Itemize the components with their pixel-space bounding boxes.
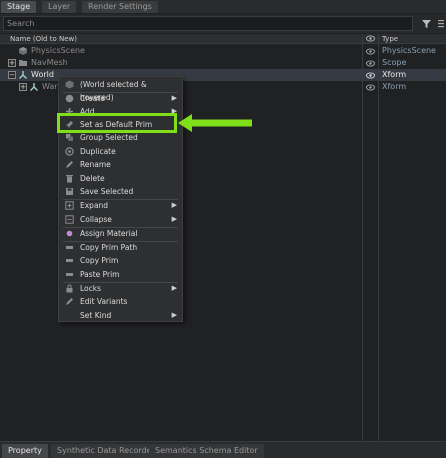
submenu-arrow-icon: ▶ (171, 311, 177, 319)
variants-icon (65, 297, 74, 306)
menu-item-label: Delete (80, 174, 105, 183)
material-icon (65, 229, 74, 238)
annotation-highlight-box (57, 113, 177, 133)
menu-item-label: Create (80, 94, 105, 103)
options-icon[interactable] (437, 17, 446, 30)
menu-item-duplicate[interactable]: Duplicate (59, 145, 182, 158)
row-label: NavMesh (31, 58, 68, 67)
menu-item-label: Set Kind (80, 311, 112, 320)
menu-item-label: Rename (80, 160, 111, 169)
menu-item-rename[interactable]: Rename (59, 158, 182, 171)
menu-item-create[interactable]: Create ▶ (59, 92, 182, 105)
menu-item-label: Expand (80, 201, 109, 210)
stage-toolbar: Search (0, 14, 446, 33)
visibility-eye-icon[interactable] (366, 83, 375, 95)
row-type: Xform (382, 70, 407, 79)
xform-icon (29, 82, 39, 92)
column-name-header[interactable]: Name (Old to New) (10, 34, 77, 44)
bottom-tab-bar: Property Synthetic Data Recorder Semanti… (0, 441, 446, 458)
physics-scene-icon (18, 46, 28, 56)
tree-row-physicsscene[interactable]: PhysicsScene PhysicsScene (0, 45, 446, 57)
menu-item-assign-material[interactable]: Assign Material (59, 227, 182, 240)
menu-item-label: Paste Prim (80, 270, 120, 279)
menu-item-label: Save Selected (80, 187, 134, 196)
menu-item-label: Copy Prim (80, 256, 119, 265)
create-icon (65, 94, 74, 103)
submenu-arrow-icon: ▶ (171, 284, 177, 292)
menu-item-set-kind[interactable]: Set Kind ▶ (59, 309, 182, 322)
rename-icon (65, 160, 74, 169)
collapse-icon (65, 215, 74, 224)
menu-item-paste-prim[interactable]: Paste Prim (59, 268, 182, 281)
row-label: World (31, 70, 54, 79)
menu-item-collapse[interactable]: Collapse ▶ (59, 213, 182, 226)
copy-path-icon (65, 243, 74, 252)
tab-property[interactable]: Property (2, 444, 48, 458)
expand-icon (65, 201, 74, 210)
top-tab-bar: Stage Layer Render Settings (0, 0, 446, 13)
tree-header: Name (Old to New) Type (0, 34, 446, 44)
tab-stage[interactable]: Stage (1, 1, 37, 13)
menu-item-label: Duplicate (80, 147, 116, 156)
tree-row-navmesh[interactable]: + NavMesh Scope (0, 57, 446, 69)
save-icon (65, 187, 74, 196)
folder-icon (18, 58, 28, 68)
menu-item-save-selected[interactable]: Save Selected (59, 185, 182, 198)
row-type: PhysicsScene (382, 46, 436, 55)
submenu-arrow-icon: ▶ (171, 201, 177, 209)
collapse-toggle-icon[interactable]: − (8, 71, 16, 79)
group-icon (65, 133, 74, 142)
menu-item-label: Edit Variants (80, 297, 128, 306)
tab-semantics-schema-editor[interactable]: Semantics Schema Editor (149, 444, 264, 458)
tab-render-settings[interactable]: Render Settings (82, 1, 158, 13)
tab-synthetic-data-recorder[interactable]: Synthetic Data Recorder (51, 444, 161, 458)
expand-toggle-icon[interactable]: + (8, 59, 16, 67)
menu-item-label: Collapse (80, 215, 112, 224)
row-type: Xform (382, 82, 407, 91)
column-type-header[interactable]: Type (382, 34, 398, 44)
menu-item-locks[interactable]: Locks ▶ (59, 282, 182, 295)
submenu-arrow-icon: ▶ (171, 94, 177, 102)
row-type: Scope (382, 58, 407, 67)
prim-icon (65, 80, 74, 89)
annotation-arrow-icon (178, 114, 252, 132)
lock-icon (65, 284, 74, 293)
tab-layer[interactable]: Layer (42, 1, 77, 13)
copy-icon (65, 256, 74, 265)
expand-toggle-icon[interactable]: + (19, 83, 27, 91)
menu-item-copy-prim-path[interactable]: Copy Prim Path (59, 241, 182, 254)
menu-item-label: Assign Material (80, 229, 138, 238)
trash-icon (65, 174, 74, 183)
menu-item-expand[interactable]: Expand ▶ (59, 199, 182, 212)
menu-item-label: Locks (80, 284, 102, 293)
column-divider (378, 34, 379, 441)
search-input[interactable]: Search (3, 16, 413, 31)
menu-item-selection-info: (World selected & hovered) (59, 78, 182, 102)
duplicate-icon (65, 147, 74, 156)
row-label: PhysicsScene (31, 46, 85, 55)
menu-item-edit-variants[interactable]: Edit Variants (59, 295, 182, 308)
menu-item-copy-prim[interactable]: Copy Prim (59, 254, 182, 267)
visibility-header-icon[interactable] (366, 35, 375, 45)
menu-item-delete[interactable]: Delete (59, 172, 182, 185)
xform-icon (18, 70, 28, 80)
filter-icon[interactable] (420, 17, 433, 30)
column-divider (362, 34, 363, 441)
menu-item-label: Copy Prim Path (80, 243, 138, 252)
submenu-arrow-icon: ▶ (171, 215, 177, 223)
paste-icon (65, 270, 74, 279)
